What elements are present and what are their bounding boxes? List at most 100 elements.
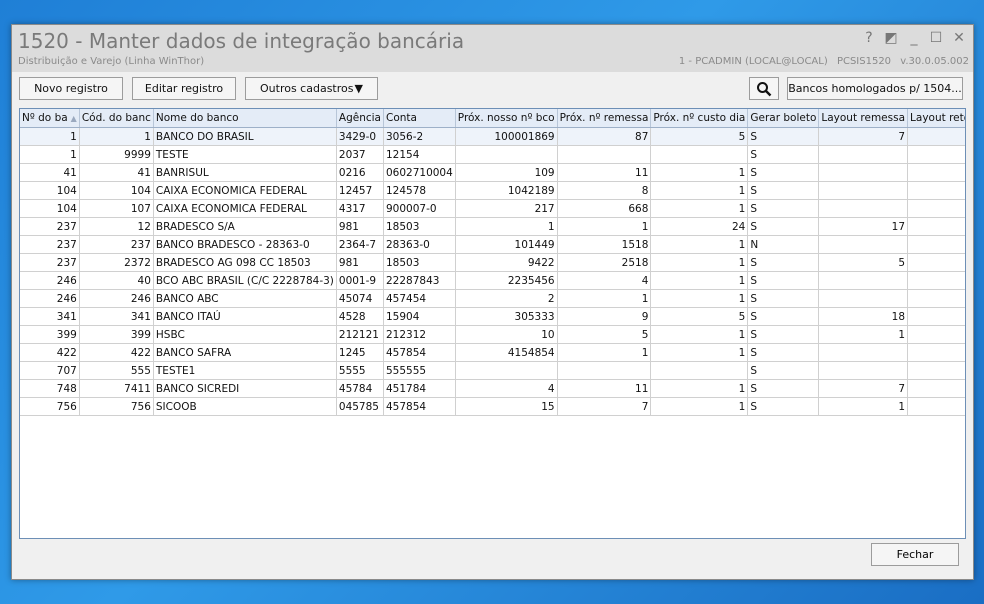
restore-layout-icon[interactable]: ◩ xyxy=(882,30,900,46)
table-cell: 41 xyxy=(79,163,154,182)
table-cell: 246 xyxy=(20,271,80,290)
table-cell xyxy=(818,181,909,200)
table-cell xyxy=(818,145,909,164)
column-header[interactable]: Agência xyxy=(336,109,384,128)
table-cell xyxy=(818,199,909,218)
table-cell: 17 xyxy=(818,217,909,236)
table-cell: 1518 xyxy=(557,235,652,254)
edit-record-label: Editar registro xyxy=(144,82,224,95)
column-header[interactable]: Layout retorno xyxy=(907,109,965,128)
title-bar[interactable]: 1520 - Manter dados de integração bancár… xyxy=(12,25,973,72)
table-cell: 1 xyxy=(650,289,749,308)
column-header-label: Layout retorno xyxy=(910,112,965,124)
table-cell: 217 xyxy=(455,199,558,218)
close-label: Fechar xyxy=(896,548,934,561)
banks-grid[interactable]: Nº do ba ▲ Cód. do banc Nome do banco Agênci… xyxy=(19,108,966,539)
table-cell: 457854 xyxy=(383,343,456,362)
table-cell: 1042189 xyxy=(455,181,558,200)
table-cell: S xyxy=(747,163,820,182)
table-cell: 756 xyxy=(79,397,154,416)
table-cell: 7 xyxy=(557,397,652,416)
table-cell: 107 xyxy=(79,199,154,218)
column-header[interactable]: Próx. nosso nº bco xyxy=(455,109,558,128)
table-cell: 5 xyxy=(650,127,749,146)
table-row[interactable]: 422 422 BANCO SAFRA 1245 457854 4154854 1 1 S xyxy=(20,343,965,362)
sort-ascending-icon: ▲ xyxy=(70,114,77,123)
close-icon[interactable]: ✕ xyxy=(950,30,968,46)
search-button[interactable] xyxy=(749,77,779,100)
table-cell: 668 xyxy=(557,199,652,218)
column-header[interactable]: Gerar boleto xyxy=(747,109,820,128)
table-cell: BRADESCO S/A xyxy=(153,217,337,236)
table-cell: 45784 xyxy=(336,379,384,398)
table-row[interactable]: 104 107 CAIXA ECONOMICA FEDERAL 4317 900007-… xyxy=(20,199,965,218)
table-cell: HSBC xyxy=(153,325,337,344)
table-cell: 457454 xyxy=(383,289,456,308)
table-cell: 399 xyxy=(20,325,80,344)
edit-record-button[interactable]: Editar registro xyxy=(132,77,236,100)
column-header[interactable]: Conta xyxy=(383,109,456,128)
other-registers-label: Outros cadastros xyxy=(260,82,354,95)
column-header[interactable]: Nº do ba ▲ xyxy=(20,109,80,128)
table-cell: 7 xyxy=(818,127,909,146)
table-cell xyxy=(818,163,909,182)
table-cell xyxy=(907,199,965,218)
table-cell: 6 xyxy=(907,253,965,272)
table-row[interactable]: 399 399 HSBC 212121 212312 10 5 1 S 1 xyxy=(20,325,965,344)
table-row[interactable]: 237 2372 BRADESCO AG 098 CC 18503 981 18503 9… xyxy=(20,253,965,272)
table-row[interactable]: 707 555 TESTE1 5555 555555 S xyxy=(20,361,965,380)
table-row[interactable]: 246 40 BCO ABC BRASIL (C/C 2228784-3) 0001-… xyxy=(20,271,965,290)
table-row[interactable]: 1 9999 TESTE 2037 12154 S xyxy=(20,145,965,164)
table-cell: 1 xyxy=(650,163,749,182)
table-cell: 4 xyxy=(557,271,652,290)
table-row[interactable]: 341341BANCO ITAÚ45281590430533395S182 xyxy=(20,307,965,326)
close-button[interactable]: Fechar xyxy=(871,543,959,566)
table-cell: 1 xyxy=(557,343,652,362)
help-icon[interactable]: ? xyxy=(860,30,878,46)
column-header[interactable]: Próx. nº remessa xyxy=(557,109,652,128)
table-cell xyxy=(907,235,965,254)
table-row[interactable]: 41 41 BANRISUL 0216 0602710004 109 11 1 S xyxy=(20,163,965,182)
table-cell: 18503 xyxy=(383,253,456,272)
table-cell: S xyxy=(747,271,820,290)
maximize-icon[interactable]: ☐ xyxy=(927,30,945,46)
table-cell xyxy=(907,289,965,308)
table-cell: 5555 xyxy=(336,361,384,380)
new-record-button[interactable]: Novo registro xyxy=(19,77,123,100)
table-cell: 12154 xyxy=(383,145,456,164)
table-cell: 399 xyxy=(79,325,154,344)
table-cell: 237 xyxy=(20,217,80,236)
table-row[interactable]: 756756SICOOB0457854578541571S12 xyxy=(20,397,965,416)
table-cell: 422 xyxy=(79,343,154,362)
table-cell: BCO ABC BRASIL (C/C 2228784-3) xyxy=(153,271,337,290)
column-header[interactable]: Próx. nº custo dia xyxy=(650,109,749,128)
table-cell: BANRISUL xyxy=(153,163,337,182)
table-cell: 1 xyxy=(650,397,749,416)
table-row[interactable]: 23712BRADESCO S/A981185031124S172 xyxy=(20,217,965,236)
column-header[interactable]: Nome do banco xyxy=(153,109,337,128)
other-registers-dropdown[interactable]: Outros cadastros ▼ xyxy=(245,77,378,100)
table-cell: 8 xyxy=(557,181,652,200)
table-row[interactable]: 237 237 BANCO BRADESCO - 28363-0 2364-7 2836… xyxy=(20,235,965,254)
minimize-icon[interactable]: _ xyxy=(905,30,923,46)
table-cell: 1 xyxy=(79,127,154,146)
table-cell xyxy=(650,145,749,164)
table-row[interactable]: 1 1 BANCO DO BRASIL 3429-0 3056-2 100001869 87… xyxy=(20,127,965,146)
table-cell: 237 xyxy=(20,253,80,272)
table-row[interactable]: 104 104 CAIXA ECONOMICA FEDERAL 12457 124578… xyxy=(20,181,965,200)
table-header-row: Nº do ba ▲ Cód. do banc Nome do banco Agênci… xyxy=(20,109,965,128)
column-header[interactable]: Cód. do banc xyxy=(79,109,154,128)
table-row[interactable]: 7487411BANCO SICREDI457844517844111S72 xyxy=(20,379,965,398)
column-header[interactable]: Layout remessa xyxy=(818,109,909,128)
approved-banks-button[interactable]: Bancos homologados p/ 1504... xyxy=(787,77,963,100)
table-cell: S xyxy=(747,379,820,398)
table-cell: 11 xyxy=(557,163,652,182)
column-header-label: Cód. do banc xyxy=(81,112,151,124)
table-row[interactable]: 246 246 BANCO ABC 45074 457454 2 1 1 S xyxy=(20,289,965,308)
column-header-label: Próx. nosso nº bco xyxy=(457,112,555,124)
table-cell: 45074 xyxy=(336,289,384,308)
table-cell: CAIXA ECONOMICA FEDERAL xyxy=(153,181,337,200)
program-label: PCSIS1520 xyxy=(836,56,892,67)
table-cell: BANCO BRADESCO - 28363-0 xyxy=(153,235,337,254)
table-cell: 237 xyxy=(20,235,80,254)
